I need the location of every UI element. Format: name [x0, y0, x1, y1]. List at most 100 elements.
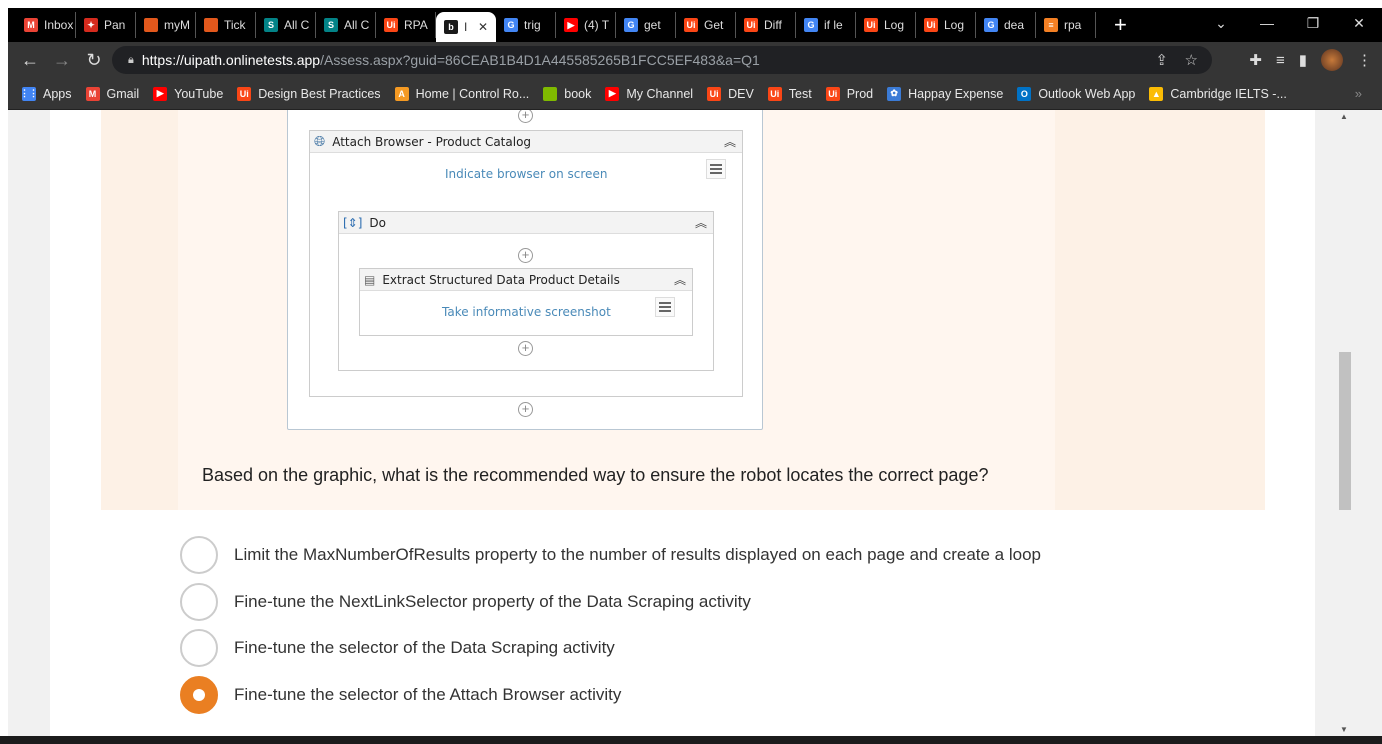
assessment-content: + 🌐︎ Attach Browser - Product Catalog ︽ In…: [50, 110, 1315, 736]
answer-label: Fine-tune the NextLinkSelector property …: [234, 591, 751, 611]
globe-icon: 🌐︎: [314, 133, 326, 150]
extract-data-activity: ▤ Extract Structured Data Product Details…: [359, 268, 693, 336]
reload-button[interactable]: ↻: [78, 50, 110, 71]
bookmark-item[interactable]: ▲ Cambridge IELTS -...: [1149, 86, 1287, 101]
browser-tab[interactable]: ✦ Pan: [76, 12, 136, 38]
bookmark-item[interactable]: A Home | Control Ro...: [394, 86, 529, 101]
add-activity-icon: +: [518, 341, 533, 356]
browser-tab[interactable]: Ui Get: [676, 12, 736, 38]
browser-tab[interactable]: Ui Log: [856, 12, 916, 38]
browser-tab[interactable]: M Inbox: [16, 12, 76, 38]
bookmark-item[interactable]: Ui Design Best Practices: [237, 86, 381, 101]
answer-label: Fine-tune the selector of the Data Scrap…: [234, 638, 615, 657]
browser-tab[interactable]: b I ✕: [436, 12, 496, 42]
answer-option[interactable]: Fine-tune the selector of the Data Scrap…: [180, 629, 615, 667]
tab-title: rpa: [1064, 18, 1082, 32]
bookmark-item[interactable]: ▶ My Channel: [605, 86, 693, 101]
address-bar[interactable]: 🔒︎ https://uipath.onlinetests.app/Assess…: [112, 46, 1212, 74]
tab-title: (4) T: [584, 18, 610, 32]
tab-title: Pan: [104, 18, 126, 32]
add-activity-icon: +: [518, 248, 533, 263]
bookmarks-overflow-icon[interactable]: »: [1355, 86, 1362, 101]
uipath-icon: Ui: [864, 18, 878, 32]
browser-tab[interactable]: Gdea: [976, 12, 1036, 38]
radio-button[interactable]: [180, 582, 218, 621]
youtube-icon: ▶: [564, 18, 578, 32]
collapse-icon: ︽: [694, 216, 707, 230]
radio-button[interactable]: [180, 629, 218, 667]
add-activity-icon: +: [518, 402, 533, 417]
restore-button[interactable]: ❐: [1290, 15, 1336, 32]
close-tab-icon[interactable]: ✕: [478, 20, 488, 34]
new-tab-button[interactable]: +: [1114, 12, 1127, 38]
vertical-scrollbar[interactable]: ▲ ▼: [1334, 110, 1354, 736]
url-host: https://uipath.onlinetests.app: [141, 52, 321, 68]
browser-tab[interactable]: Tick: [196, 12, 256, 38]
browser-tab[interactable]: S All C: [316, 12, 376, 38]
minimize-button[interactable]: —: [1244, 15, 1290, 31]
tab-title: RPA: [404, 18, 428, 32]
bookmark-item[interactable]: O Outlook Web App: [1017, 86, 1136, 101]
back-button[interactable]: ←: [14, 50, 46, 71]
answer-option[interactable]: Fine-tune the selector of the Attach Bro…: [180, 675, 621, 714]
uipath-icon: Ui: [924, 18, 938, 32]
gmail-icon: M: [24, 18, 38, 32]
radio-button[interactable]: [180, 536, 218, 574]
bookmark-item[interactable]: ⋮⋮ Apps: [20, 86, 72, 101]
tab-title: I: [464, 20, 468, 34]
bookmark-item[interactable]: ▶ YouTube: [153, 86, 223, 101]
bookmark-item[interactable]: Ui Test: [767, 86, 812, 101]
tab-title: Diff: [764, 18, 782, 32]
table-icon: ▤: [364, 272, 376, 287]
google-icon: G: [984, 18, 998, 32]
bookmark-item[interactable]: M Gmail: [85, 86, 139, 101]
browser-tab[interactable]: Gif le: [796, 12, 856, 38]
browser-tab[interactable]: Ui RPA: [376, 12, 436, 38]
bookmark-item[interactable]: Ui Prod: [825, 86, 873, 101]
bookmark-label: Outlook Web App: [1038, 86, 1136, 101]
attach-browser-title: Attach Browser - Product Catalog: [332, 134, 532, 149]
office-icon: [144, 18, 158, 32]
do-title: Do: [369, 215, 387, 230]
automation-anywhere-icon: A: [394, 86, 409, 101]
collapse-icon: ︽: [673, 273, 686, 287]
tab-title: Log: [944, 18, 965, 32]
browser-tab[interactable]: S All C: [256, 12, 316, 38]
extensions-icon[interactable]: ✚: [1249, 51, 1262, 69]
forward-button[interactable]: →: [46, 50, 78, 71]
answer-option[interactable]: Fine-tune the NextLinkSelector property …: [180, 582, 751, 621]
answer-option[interactable]: Limit the MaxNumberOfResults property to…: [180, 536, 1041, 574]
browser-tab[interactable]: ▶ (4) T: [556, 12, 616, 38]
do-sequence: [⇕] Do ︽ + ▤ Extract Structured Data Produc…: [338, 211, 714, 371]
browser-tab[interactable]: Ui Log: [916, 12, 976, 38]
tab-title: All C: [344, 18, 370, 32]
bookmark-item[interactable]: ✿ Happay Expense: [887, 86, 1003, 101]
profile-avatar[interactable]: [1321, 49, 1343, 71]
bookmark-label: Design Best Practices: [258, 86, 381, 101]
browser-tab[interactable]: Gget: [616, 12, 676, 38]
bookmark-item[interactable]: book: [543, 86, 591, 101]
menu-icon[interactable]: ⋮: [1357, 51, 1372, 69]
bookmark-star-icon[interactable]: ☆: [1185, 51, 1198, 69]
browser-tab[interactable]: Ui Diff: [736, 12, 796, 38]
indicate-browser-link: Indicate browser on screen: [445, 167, 608, 181]
side-panel-icon[interactable]: ▮: [1299, 51, 1307, 69]
tab-title: Log: [884, 18, 905, 32]
scrollbar-thumb[interactable]: [1339, 352, 1351, 510]
radio-button[interactable]: [180, 675, 218, 714]
bookmark-item[interactable]: Ui DEV: [707, 86, 754, 101]
google-drive-icon: ▲: [1149, 86, 1164, 101]
maple-leaf-icon: ✦: [84, 18, 98, 32]
close-window-button[interactable]: ✕: [1336, 15, 1382, 32]
browser-tab[interactable]: ≡ rpa: [1036, 12, 1096, 38]
collapse-icon: ︽: [723, 135, 736, 149]
scroll-up-icon[interactable]: ▲: [1340, 112, 1348, 121]
scroll-down-icon[interactable]: ▼: [1340, 725, 1348, 734]
reading-list-icon[interactable]: ≡: [1276, 52, 1285, 69]
share-icon[interactable]: ⇪: [1155, 51, 1168, 69]
bookmark-label: Apps: [43, 86, 72, 101]
browser-tab[interactable]: Gtrig: [496, 12, 556, 38]
add-activity-icon: +: [518, 110, 533, 123]
browser-tab[interactable]: myM: [136, 12, 196, 38]
tab-search-icon[interactable]: ⌄: [1198, 15, 1244, 32]
